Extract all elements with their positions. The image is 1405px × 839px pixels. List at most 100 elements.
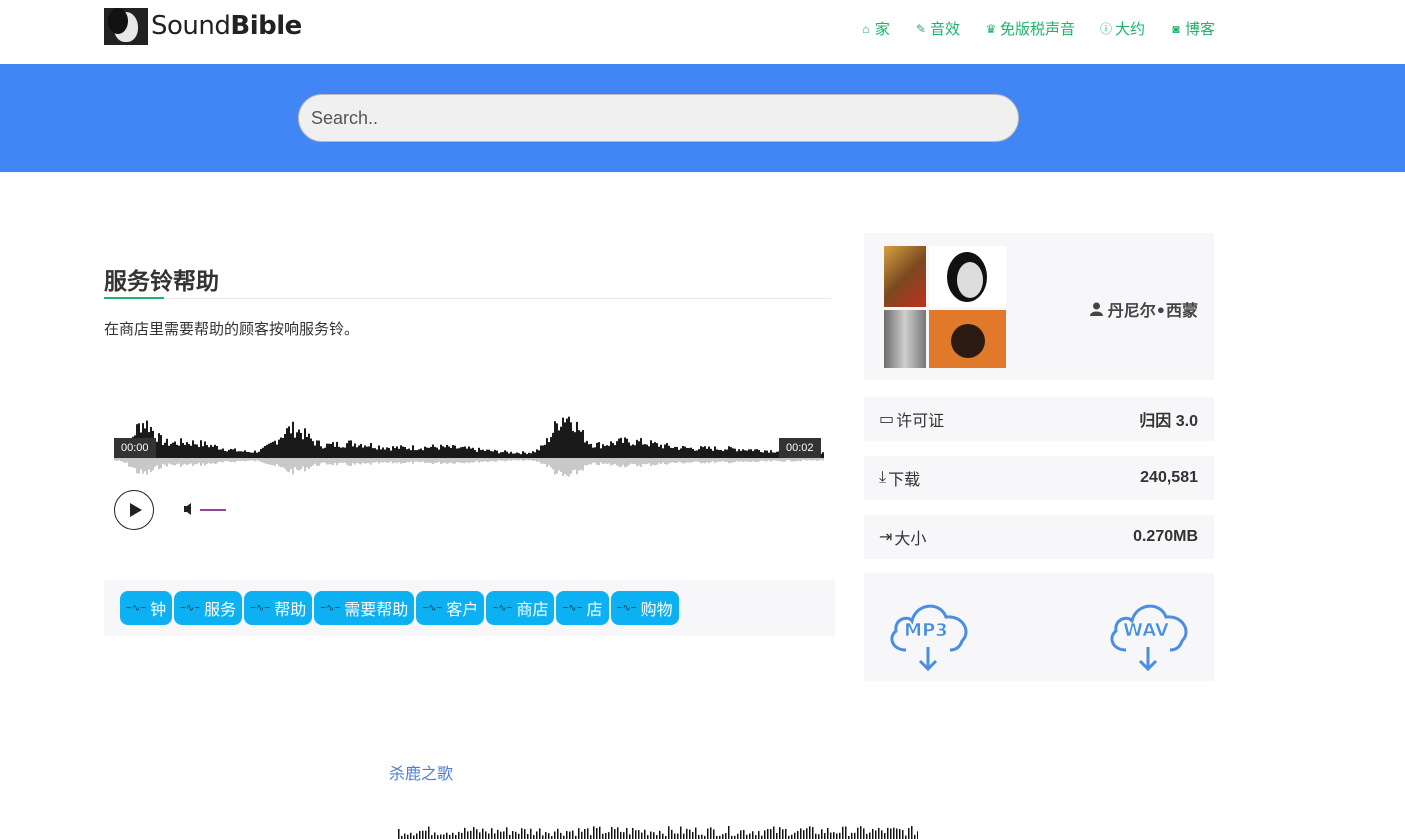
waveform-bar — [674, 446, 676, 458]
waveform-reflection-bar — [218, 458, 220, 462]
search-input[interactable] — [298, 94, 1019, 142]
waveform-bar — [276, 444, 278, 458]
play-button[interactable] — [114, 490, 154, 530]
waveform-reflection-bar — [230, 458, 232, 463]
nav-royalty-free[interactable]: ♛ 免版税声音 — [984, 18, 1075, 39]
volume-slider[interactable] — [200, 509, 226, 511]
tag-item[interactable]: ~∿~ 店 — [556, 591, 609, 625]
waveform-bar — [700, 446, 702, 458]
waveform-reflection-bar — [398, 458, 400, 463]
nav-about[interactable]: ⓘ 大约 — [1099, 18, 1145, 39]
volume-icon[interactable] — [183, 502, 195, 516]
waveform-reflection-bar — [216, 458, 218, 464]
waveform-bar — [718, 449, 720, 458]
waveform-reflection-bar — [718, 458, 720, 462]
license-icon: ▭ — [879, 411, 895, 428]
waveform-bar — [486, 449, 488, 458]
waveform-reflection-bar — [522, 458, 524, 462]
waveform-bar — [650, 440, 652, 458]
waveform-bar — [476, 451, 478, 458]
waveform-icon: ~∿~ — [126, 602, 147, 614]
waveform-reflection-bar — [190, 458, 192, 464]
waveform-bar — [430, 446, 432, 458]
waveform-reflection-bar — [486, 458, 488, 462]
waveform-bar — [260, 449, 262, 458]
license-value[interactable]: 归因 3.0 — [1139, 407, 1198, 431]
waveform-reflection-bar — [612, 458, 614, 465]
waveform-bar — [672, 448, 674, 458]
download-mp3-button[interactable]: MP3 — [884, 595, 972, 672]
next-waveform-bar — [413, 835, 415, 839]
waveform-reflection-bar — [156, 458, 158, 466]
waveform-bar — [450, 447, 452, 458]
tag-item[interactable]: ~∿~ 钟 — [120, 591, 173, 625]
waveform-reflection-bar — [388, 458, 390, 463]
waveform-reflection-bar — [624, 458, 626, 468]
waveform-reflection-bar — [812, 458, 814, 461]
waveform-bar — [660, 444, 662, 458]
waveform-bar — [424, 446, 426, 458]
waveform-bar — [624, 437, 626, 458]
waveform-bar — [592, 447, 594, 458]
waveform-bar — [538, 450, 540, 458]
tag-item[interactable]: ~∿~ 购物 — [610, 591, 679, 625]
waveform-bar — [634, 445, 636, 458]
waveform-bar — [346, 443, 348, 458]
waveform-reflection-bar — [490, 458, 492, 462]
waveform-bar — [328, 443, 330, 458]
waveform-reflection-bar — [494, 458, 496, 462]
waveform-bar — [252, 452, 254, 458]
next-waveform-bar — [797, 830, 799, 839]
waveform-bar — [550, 437, 552, 458]
next-sound-waveform[interactable] — [398, 826, 918, 839]
waveform-reflection-bar — [520, 458, 522, 460]
next-waveform-bar — [437, 835, 439, 839]
next-sound-link[interactable]: 杀鹿之歌 — [389, 760, 453, 784]
waveform-reflection-bar — [306, 458, 308, 468]
waveform-bar — [436, 447, 438, 458]
site-logo[interactable]: SoundBible — [104, 7, 302, 45]
waveform-reflection-bar — [744, 458, 746, 462]
download-wav-button[interactable]: WAV — [1104, 595, 1192, 672]
waveform-reflection-bar — [406, 458, 408, 462]
next-waveform-bar — [740, 830, 742, 839]
waveform-bar — [292, 421, 294, 458]
waveform-reflection-bar — [270, 458, 272, 465]
waveform-reflection-bar — [602, 458, 604, 465]
waveform-reflection-bar — [264, 458, 266, 464]
tag-item[interactable]: ~∿~ 帮助 — [244, 591, 313, 625]
tag-item[interactable]: ~∿~ 服务 — [174, 591, 243, 625]
waveform-reflection-bar — [476, 458, 478, 461]
waveform-bar — [712, 450, 714, 458]
tag-item[interactable]: ~∿~ 需要帮助 — [314, 591, 415, 625]
waveform-reflection-bar — [338, 458, 340, 464]
waveform-reflection-bar — [742, 458, 744, 462]
waveform-reflection-bar — [200, 458, 202, 466]
nav-home[interactable]: ⌂ 家 — [859, 18, 890, 39]
waveform-bar — [604, 446, 606, 458]
waveform-bar — [314, 445, 316, 458]
waveform-reflection-bar — [596, 458, 598, 465]
tag-item[interactable]: ~∿~ 商店 — [486, 591, 555, 625]
next-waveform-bar — [695, 827, 697, 839]
nav-blog[interactable]: ◙ 博客 — [1169, 18, 1215, 39]
waveform-reflection-bar — [180, 458, 182, 467]
waveform-reflection-bar — [138, 458, 140, 474]
home-icon: ⌂ — [862, 21, 870, 36]
waveform[interactable] — [114, 400, 824, 482]
license-label: 许可证 — [896, 413, 945, 430]
author-name[interactable]: 丹尼尔•西蒙 — [1089, 297, 1198, 321]
tag-item[interactable]: ~∿~ 客户 — [416, 591, 485, 625]
waveform-reflection-bar — [144, 458, 146, 472]
waveform-reflection-bar — [696, 458, 698, 462]
waveform-reflection-bar — [370, 458, 372, 465]
waveform-bar — [648, 446, 650, 458]
waveform-reflection-bar — [804, 458, 806, 461]
waveform-bar — [296, 432, 298, 458]
waveform-bar — [232, 449, 234, 458]
waveform-bar — [676, 447, 678, 458]
waveform-reflection-bar — [536, 458, 538, 462]
waveform-reflection-bar — [354, 458, 356, 465]
nav-sound-effects[interactable]: ✎ 音效 — [914, 18, 960, 39]
waveform-bar — [210, 444, 212, 458]
